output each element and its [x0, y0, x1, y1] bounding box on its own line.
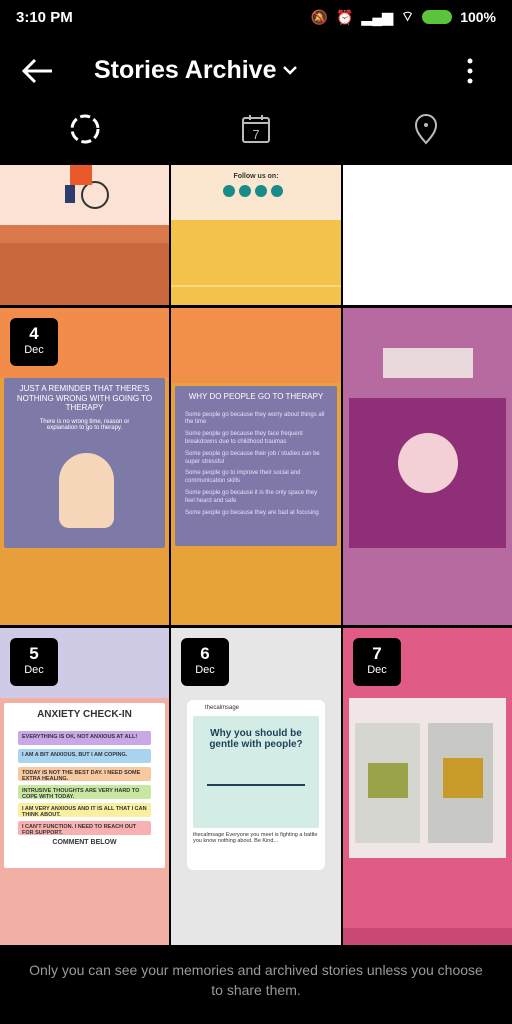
badge-month: Dec: [24, 664, 44, 676]
privacy-note: Only you can see your memories and archi…: [29, 962, 483, 998]
alarm-icon: ⏰: [336, 8, 354, 25]
badge-month: Dec: [367, 664, 387, 676]
time: 3:10 PM: [16, 8, 73, 26]
badge-day: 6: [200, 644, 210, 663]
bullet-item: Some people go because it is the only sp…: [185, 489, 318, 504]
stories-ring-icon: [70, 114, 100, 144]
date-badge: 7 Dec: [353, 638, 401, 686]
badge-day: 4: [29, 324, 39, 343]
story-thumbnail[interactable]: Follow us on:: [171, 165, 341, 305]
calendar-day: 7: [252, 127, 260, 142]
bullet-item: Some people go because they are bad at f…: [185, 509, 319, 516]
archive-tabs: 7: [0, 112, 512, 158]
story-subtext: There is no wrong time, reason or explan…: [39, 418, 130, 431]
follow-caption: Follow us on:: [233, 173, 279, 180]
story-headline: WHY DO PEOPLE GO TO THERAPY: [188, 392, 324, 401]
badge-month: Dec: [24, 344, 44, 356]
bullet-item: Some people go to improve their social a…: [185, 470, 301, 485]
story-thumbnail[interactable]: WHY DO PEOPLE GO TO THERAPY Some people …: [171, 308, 341, 625]
app-bar: Stories Archive: [0, 46, 512, 96]
story-thumbnail[interactable]: 7 Dec: [343, 628, 512, 945]
story-thumbnail[interactable]: thecalmsage Why you should be gentle wit…: [171, 628, 341, 945]
mute-icon: 🔕: [310, 8, 329, 25]
tab-stories[interactable]: [65, 112, 105, 158]
story-thumbnail[interactable]: [343, 308, 512, 625]
story-thumbnail[interactable]: [343, 165, 512, 305]
tab-calendar[interactable]: 7: [236, 112, 276, 158]
battery-icon: [422, 10, 453, 24]
back-arrow-icon[interactable]: [20, 56, 54, 86]
story-headline: ANXIETY CHECK-IN: [37, 709, 132, 720]
location-pin-icon: [414, 114, 438, 145]
checkin-item: I CAN'T FUNCTION. I NEED TO REACH OUT FO…: [18, 821, 151, 836]
story-thumbnail[interactable]: ANXIETY CHECK-IN EVERYTHING IS OK, NOT A…: [0, 628, 169, 945]
checkin-item: EVERYTHING IS OK, NOT ANXIOUS AT ALL!: [18, 731, 151, 745]
post-caption: thecalmsage Everyone you meet is fightin…: [193, 832, 318, 844]
story-thumbnail[interactable]: JUST A REMINDER THAT THERE'S NOTHING WRO…: [0, 308, 169, 625]
post-account: thecalmsage: [205, 705, 240, 711]
post-headline: Why you should be gentle with people?: [209, 728, 303, 750]
story-footer: COMMENT BELOW: [52, 839, 117, 846]
battery-level: 100%: [460, 9, 496, 25]
date-badge: 5 Dec: [10, 638, 58, 686]
story-thumbnail[interactable]: [0, 165, 169, 305]
wifi-icon: ⌔: [401, 8, 415, 24]
badge-day: 5: [29, 644, 39, 663]
tab-map[interactable]: [406, 112, 446, 158]
checkin-item: I AM VERY ANXIOUS AND IT IS ALL THAT I C…: [18, 803, 151, 818]
chevron-down-icon[interactable]: [282, 60, 298, 80]
date-badge: 4 Dec: [10, 318, 58, 366]
checkin-item: INTRUSIVE THOUGHTS ARE VERY HARD TO COPE…: [18, 785, 151, 800]
bullet-item: Some people go because they worry about …: [185, 411, 325, 426]
badge-month: Dec: [195, 664, 215, 676]
checkin-item: TODAY IS NOT THE BEST DAY. I NEED SOME E…: [18, 767, 151, 782]
date-badge: 6 Dec: [181, 638, 229, 686]
page-title[interactable]: Stories Archive: [94, 56, 276, 85]
checkin-item: I AM A BIT ANXIOUS, BUT I AM COPING.: [18, 749, 151, 763]
badge-day: 7: [372, 644, 382, 663]
more-options-icon[interactable]: [460, 56, 480, 86]
story-headline: JUST A REMINDER THAT THERE'S NOTHING WRO…: [16, 384, 153, 413]
bullet-item: Some people go because their job / studi…: [185, 450, 320, 465]
signal-icon: ▂▄▆: [361, 8, 394, 25]
status-bar: 3:10 PM 🔕 ⏰ ▂▄▆ ⌔ 100%: [0, 0, 512, 34]
bullet-item: Some people go because they face frequen…: [185, 431, 303, 445]
wheelchair-illustration: [65, 165, 109, 209]
